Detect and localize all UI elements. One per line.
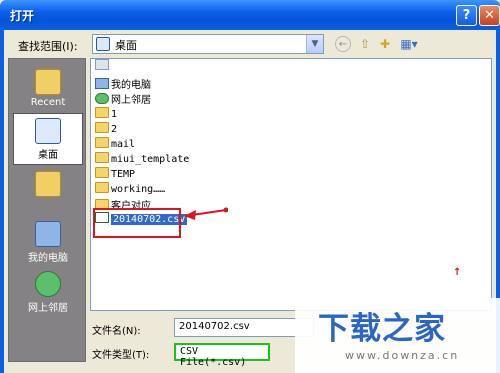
place-network[interactable]: 网上邻居 (13, 267, 83, 319)
places-bar: Recent 桌面 我的电脑 网上邻居 (8, 58, 86, 362)
red-marker: ↑ (453, 267, 462, 278)
desktop-icon (96, 37, 110, 51)
recent-folder-icon (35, 69, 61, 95)
place-label: 我的电脑 (28, 253, 68, 264)
file-list[interactable]: 我的电脑 网上邻居 1 2 mail miui_template TEMP wo… (90, 58, 492, 311)
close-icon: ✕ (484, 8, 495, 23)
list-item[interactable]: TEMP (95, 167, 135, 181)
place-my-computer[interactable]: 我的电脑 (13, 217, 83, 269)
views-menu-icon[interactable]: ▦▾ (398, 36, 420, 52)
place-desktop[interactable]: 桌面 (13, 113, 83, 165)
documents-icon (95, 59, 109, 70)
list-item[interactable]: mail (95, 137, 135, 151)
red-highlight-box (93, 208, 181, 238)
network-icon (95, 93, 109, 104)
my-computer-icon (35, 221, 61, 247)
chevron-down-icon[interactable]: ▼ (306, 35, 323, 53)
folder-icon (95, 167, 109, 178)
file-type-select[interactable]: CSV File(*.csv) (174, 343, 270, 368)
watermark: 下载之家 www.downza.cn (295, 298, 500, 373)
look-in-dropdown[interactable]: 桌面 ▼ (92, 34, 324, 54)
look-in-value: 桌面 (115, 39, 137, 52)
file-name-field[interactable]: 20140702.csv (174, 318, 314, 337)
list-item[interactable]: 1 (95, 107, 117, 121)
help-button[interactable]: ? (456, 5, 477, 26)
new-folder-icon[interactable]: ✚ (377, 36, 393, 52)
list-item[interactable]: 我的电脑 (95, 76, 151, 91)
place-label: 桌面 (38, 150, 58, 161)
close-button[interactable]: ✕ (479, 5, 500, 26)
folder-icon (95, 122, 109, 133)
place-my-documents[interactable] (13, 167, 83, 219)
help-icon: ? (462, 8, 471, 23)
red-arrow-icon (184, 207, 228, 220)
watermark-url: www.downza.cn (345, 349, 460, 362)
list-item[interactable]: 2 (95, 122, 117, 136)
folder-icon (95, 152, 109, 163)
window-title: 打开 (10, 9, 35, 23)
place-label: 网上邻居 (28, 303, 68, 314)
place-label: Recent (30, 97, 66, 108)
window-border-left (0, 30, 4, 373)
folder-icon (95, 182, 109, 193)
watermark-title: 下载之家 (318, 311, 446, 347)
list-item[interactable]: 网上邻居 (95, 91, 151, 106)
list-item[interactable]: working…… (95, 182, 165, 196)
file-type-label: 文件类型(T): (92, 350, 150, 361)
list-item[interactable]: miui_template (95, 152, 189, 166)
up-folder-icon[interactable]: ⇧ (357, 36, 373, 52)
back-icon[interactable]: ← (335, 36, 351, 52)
computer-icon (95, 78, 109, 89)
my-documents-icon (35, 171, 61, 197)
folder-icon (95, 137, 109, 148)
list-item[interactable] (95, 59, 111, 73)
folder-icon (95, 107, 109, 118)
file-name-label: 文件名(N): (92, 326, 141, 337)
look-in-label: 查找范围(I): (18, 40, 78, 53)
desktop-icon (35, 118, 61, 144)
title-bar[interactable]: 打开 ? ✕ (0, 0, 500, 30)
network-icon (35, 271, 61, 297)
place-recent[interactable]: Recent (13, 65, 83, 117)
